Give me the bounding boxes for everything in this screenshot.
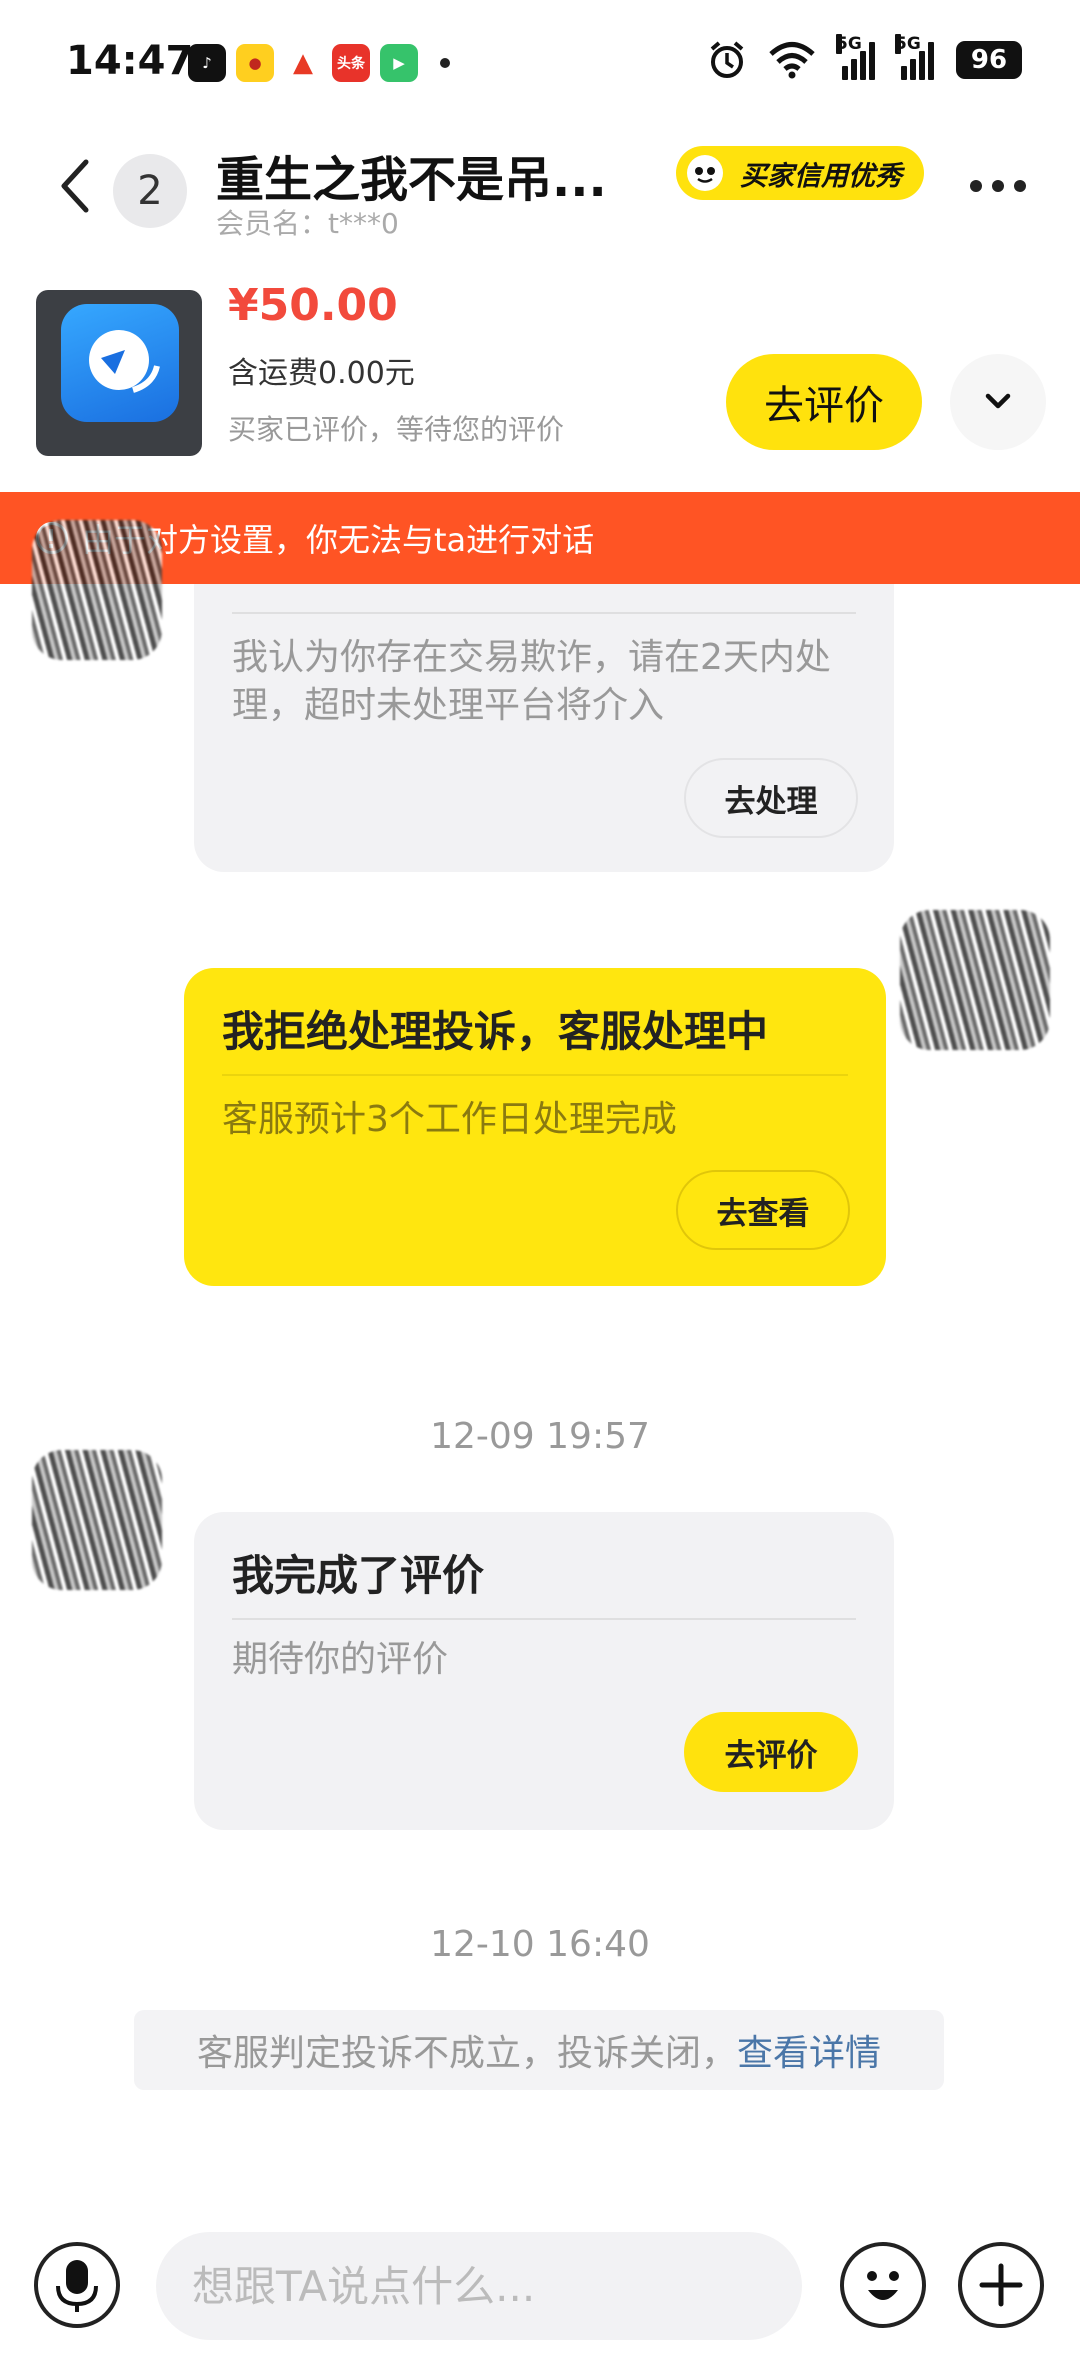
douyin-icon: ♪ [188, 44, 226, 82]
fraud-notice-card: 我认为你存在交易欺诈，请在2天内处理，超时未处理平台将介入 去处理 [194, 584, 894, 872]
back-icon[interactable] [50, 150, 100, 220]
handle-complaint-button[interactable]: 去处理 [684, 758, 858, 838]
message-timestamp: 12-10 16:40 [430, 1924, 650, 1965]
seller-avatar[interactable] [32, 520, 162, 660]
unread-count-badge[interactable]: 2 [113, 154, 187, 228]
message-input[interactable] [156, 2232, 802, 2340]
voice-input-button[interactable] [34, 2242, 120, 2328]
chat-title: 重生之我不是吊... [216, 152, 607, 208]
toutiao-icon: 头条 [332, 44, 370, 82]
system-notice: 客服判定投诉不成立，投诉关闭， 查看详情 [134, 2010, 944, 2090]
complaint-refusal-title: 我拒绝处理投诉，客服处理中 [222, 1007, 769, 1056]
card-divider [232, 1618, 856, 1620]
plus-icon [979, 2263, 1023, 2307]
emoji-icon [867, 2271, 899, 2300]
more-options-icon[interactable] [970, 180, 1026, 192]
evaluate-button[interactable]: 去评价 [726, 354, 922, 450]
view-details-link[interactable]: 查看详情 [737, 2024, 881, 2076]
signal-5g-icon: 5G [895, 34, 934, 80]
message-timestamp: 12-09 19:57 [430, 1416, 650, 1457]
review-done-text: 期待你的评价 [232, 1639, 449, 1680]
complaint-refusal-text: 客服预计3个工作日处理完成 [222, 1099, 677, 1140]
shipping-fee: 含运费0.00元 [228, 356, 415, 391]
product-price: ¥50.00 [228, 280, 398, 331]
review-done-card: 我完成了评价 期待你的评价 去评价 [194, 1512, 894, 1830]
emoji-button[interactable] [840, 2242, 926, 2328]
system-notice-text: 客服判定投诉不成立，投诉关闭， [196, 2033, 737, 2074]
battery-indicator: 96 [956, 41, 1022, 79]
chat-header: 2 重生之我不是吊... 会员名：t***0 买家信用优秀 [0, 140, 1080, 250]
my-avatar[interactable] [900, 910, 1050, 1050]
status-bar: 14:47 ♪ ● ▲ 头条 ▶ 5G 5G 96 [0, 0, 1080, 120]
credit-face-icon [687, 155, 723, 191]
review-done-title: 我完成了评价 [232, 1551, 485, 1600]
chevron-down-icon [985, 393, 1011, 409]
more-actions-button[interactable] [958, 2242, 1044, 2328]
evaluate-card-button[interactable]: 去评价 [684, 1712, 858, 1792]
input-bar [0, 2222, 1080, 2352]
microphone-icon [56, 2260, 98, 2312]
more-notifications-dot [440, 58, 450, 68]
member-name: 会员名：t***0 [216, 207, 399, 240]
view-complaint-button[interactable]: 去查看 [676, 1170, 850, 1250]
notification-icons: ♪ ● ▲ 头条 ▶ [188, 44, 450, 82]
fraud-notice-text: 我认为你存在交易欺诈，请在2天内处理，超时未处理平台将介入 [232, 637, 831, 726]
status-time: 14:47 [66, 38, 194, 84]
app-icon: ● [236, 44, 274, 82]
product-card: ¥50.00 含运费0.00元 买家已评价，等待您的评价 去评价 [0, 280, 1080, 490]
review-status: 买家已评价，等待您的评价 [228, 413, 565, 446]
wifi-icon [769, 42, 815, 79]
seller-avatar[interactable] [32, 1450, 162, 1590]
app-logo-icon [61, 304, 179, 422]
complaint-refusal-card: 我拒绝处理投诉，客服处理中 客服预计3个工作日处理完成 去查看 [184, 968, 886, 1286]
chat-disabled-banner: 由于对方设置，你无法与ta进行对话 [0, 492, 1080, 584]
signal-5g-icon: 5G [836, 34, 875, 80]
card-divider [222, 1074, 848, 1076]
credit-badge[interactable]: 买家信用优秀 [676, 146, 924, 200]
expand-button[interactable] [950, 354, 1046, 450]
alarm-icon [710, 41, 744, 78]
video-app-icon: ▶ [380, 44, 418, 82]
credit-badge-label: 买家信用优秀 [740, 160, 902, 192]
card-divider [232, 612, 856, 614]
app-icon: ▲ [284, 44, 322, 82]
product-thumbnail[interactable] [36, 290, 202, 456]
